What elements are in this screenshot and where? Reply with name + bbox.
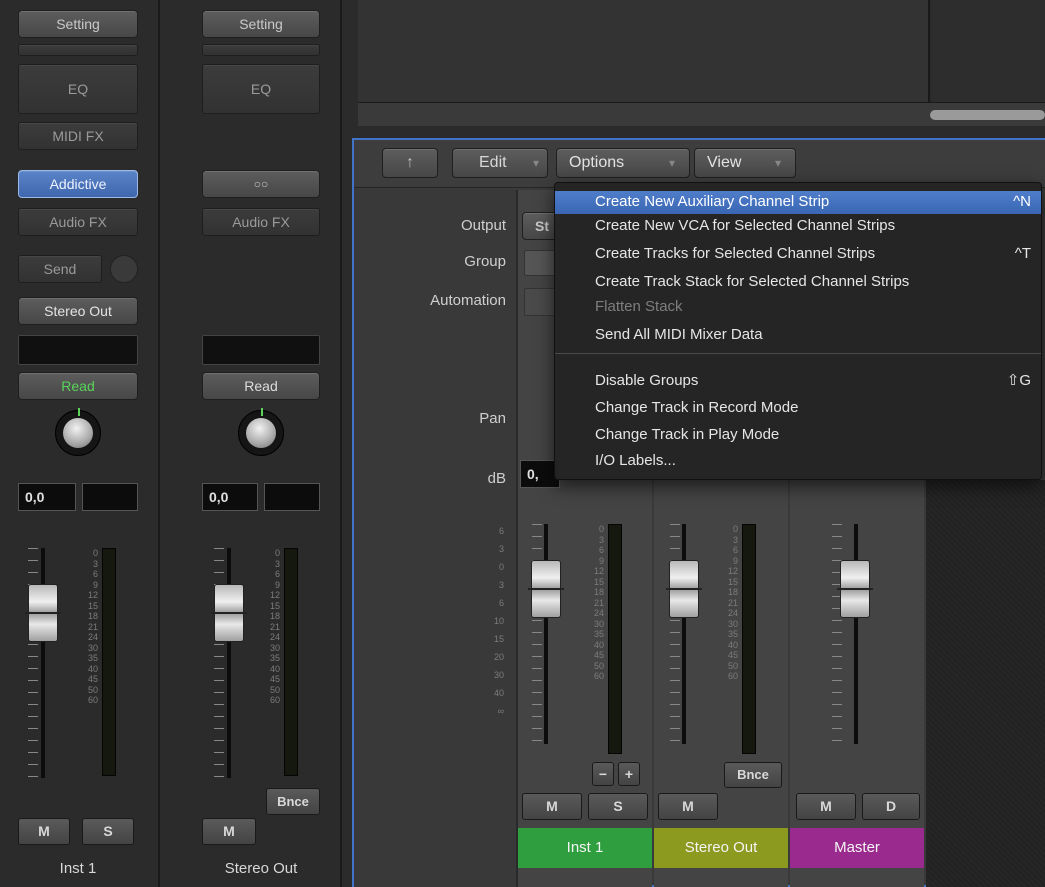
volume-fader[interactable] <box>211 584 247 642</box>
pan-value: 0,0 <box>202 483 258 511</box>
fader-track <box>544 524 548 744</box>
bounce-button[interactable]: Bnce <box>724 762 782 788</box>
menu-item-create-vca[interactable]: Create New VCA for Selected Channel Stri… <box>555 215 1041 238</box>
peak-value <box>264 483 320 511</box>
pan-knob[interactable] <box>55 408 101 456</box>
fader-ticks <box>832 524 842 744</box>
fader-ticks <box>28 548 38 778</box>
meter-scale: 0 3 6 9 12 15 18 21 24 30 35 40 45 50 60 <box>87 548 98 705</box>
fader-track <box>682 524 686 744</box>
fader-track <box>41 548 45 778</box>
midi-fx-slot[interactable]: MIDI FX <box>18 122 138 150</box>
view-menu-button[interactable]: View ▾ <box>694 148 796 178</box>
meter-scale: 0 3 6 9 12 15 18 21 24 30 35 40 45 50 60 <box>727 524 738 681</box>
fader-scale: 6 3 0 3 6 10 15 20 30 40 ∞ <box>493 526 504 716</box>
edit-menu-label: Edit <box>479 154 507 171</box>
menu-item-record-mode[interactable]: Change Track in Record Mode <box>555 397 1041 420</box>
edit-menu-button[interactable]: Edit ▾ <box>452 148 548 178</box>
automation-label: Automation <box>430 292 506 309</box>
audio-fx-slot[interactable]: Audio FX <box>202 208 320 236</box>
peak-value <box>82 483 138 511</box>
solo-button[interactable]: S <box>588 793 648 820</box>
eq-display[interactable]: EQ <box>202 64 320 114</box>
db-label: dB <box>487 470 506 487</box>
menu-item-play-mode[interactable]: Change Track in Play Mode <box>555 424 1041 447</box>
level-meter <box>284 548 298 776</box>
tracks-area-side <box>932 0 1045 102</box>
stereo-link-button[interactable]: ○○ <box>202 170 320 198</box>
menu-item-create-tracks[interactable]: Create Tracks for Selected Channel Strip… <box>555 243 1041 266</box>
menu-item-flatten-stack: Flatten Stack <box>595 298 683 315</box>
fader-ticks <box>670 524 680 744</box>
strip-divider <box>340 0 342 887</box>
track-name[interactable]: Master <box>790 828 924 868</box>
pan-knob[interactable] <box>238 408 284 456</box>
group-slot[interactable] <box>18 335 138 365</box>
slot-divider <box>202 44 320 56</box>
menu-item-disable-groups[interactable]: Disable Groups ⇧G <box>555 370 1041 393</box>
mute-button[interactable]: M <box>522 793 582 820</box>
level-meter <box>102 548 116 776</box>
group-slot[interactable] <box>202 335 320 365</box>
minus-button[interactable]: − <box>592 762 614 786</box>
menu-separator <box>555 353 1041 354</box>
volume-fader[interactable] <box>666 560 702 618</box>
up-arrow-icon[interactable]: ↑ <box>382 148 438 178</box>
pan-value: 0,0 <box>18 483 76 511</box>
options-dropdown-menu: Create New Auxiliary Channel Strip ^N Cre… <box>554 182 1042 480</box>
chevron-down-icon: ▾ <box>774 156 781 170</box>
chevron-down-icon: ▾ <box>532 156 539 170</box>
track-name[interactable]: Inst 1 <box>518 828 652 868</box>
level-meter <box>742 524 756 754</box>
pan-label: Pan <box>479 410 506 427</box>
automation-mode-button[interactable]: Read <box>18 372 138 400</box>
mute-button[interactable]: M <box>18 818 70 845</box>
mute-button[interactable]: M <box>658 793 718 820</box>
volume-fader[interactable] <box>837 560 873 618</box>
options-menu-label: Options <box>569 154 625 171</box>
track-name[interactable]: Stereo Out <box>202 860 320 877</box>
tracks-area <box>358 0 930 102</box>
output-label: Output <box>460 217 506 234</box>
track-name[interactable]: Inst 1 <box>18 860 138 877</box>
chevron-down-icon: ▾ <box>668 156 675 170</box>
empty-mixer-area <box>926 480 1045 887</box>
menu-item-io-labels[interactable]: I/O Labels... <box>555 450 1041 473</box>
instrument-slot[interactable]: Addictive <box>18 170 138 198</box>
fader-track <box>227 548 231 778</box>
level-meter <box>608 524 622 754</box>
volume-fader[interactable] <box>25 584 61 642</box>
menu-item-create-aux[interactable]: Create New Auxiliary Channel Strip ^N <box>555 191 1041 214</box>
strip-divider <box>158 0 160 887</box>
audio-fx-slot[interactable]: Audio FX <box>18 208 138 236</box>
output-button[interactable]: Stereo Out <box>18 297 138 325</box>
track-name[interactable]: Stereo Out <box>654 828 788 868</box>
mute-button[interactable]: M <box>796 793 856 820</box>
setting-button[interactable]: Setting <box>18 10 138 38</box>
bounce-button[interactable]: Bnce <box>266 788 320 815</box>
automation-mode-button[interactable]: Read <box>202 372 320 400</box>
setting-button[interactable]: Setting <box>202 10 320 38</box>
volume-fader[interactable] <box>528 560 564 618</box>
fader-ticks <box>214 548 224 778</box>
horizontal-scrollbar[interactable] <box>930 110 1045 120</box>
slot-divider <box>18 44 138 56</box>
send-slot[interactable]: Send <box>18 255 102 283</box>
send-knob-icon[interactable] <box>110 255 138 283</box>
group-label: Group <box>464 253 506 270</box>
menu-item-create-track-stack[interactable]: Create Track Stack for Selected Channel … <box>555 271 1041 294</box>
view-menu-label: View <box>707 154 742 171</box>
fader-track <box>854 524 858 744</box>
mute-button[interactable]: M <box>202 818 256 845</box>
options-menu-button[interactable]: Options ▾ <box>556 148 690 178</box>
fader-ticks <box>532 524 542 744</box>
menu-item-send-midi-mixer[interactable]: Send All MIDI Mixer Data <box>555 324 1041 347</box>
dim-button[interactable]: D <box>862 793 920 820</box>
meter-scale: 0 3 6 9 12 15 18 21 24 30 35 40 45 50 60 <box>269 548 280 705</box>
meter-scale: 0 3 6 9 12 15 18 21 24 30 35 40 45 50 60 <box>593 524 604 681</box>
plus-button[interactable]: + <box>618 762 640 786</box>
solo-button[interactable]: S <box>82 818 134 845</box>
eq-display[interactable]: EQ <box>18 64 138 114</box>
